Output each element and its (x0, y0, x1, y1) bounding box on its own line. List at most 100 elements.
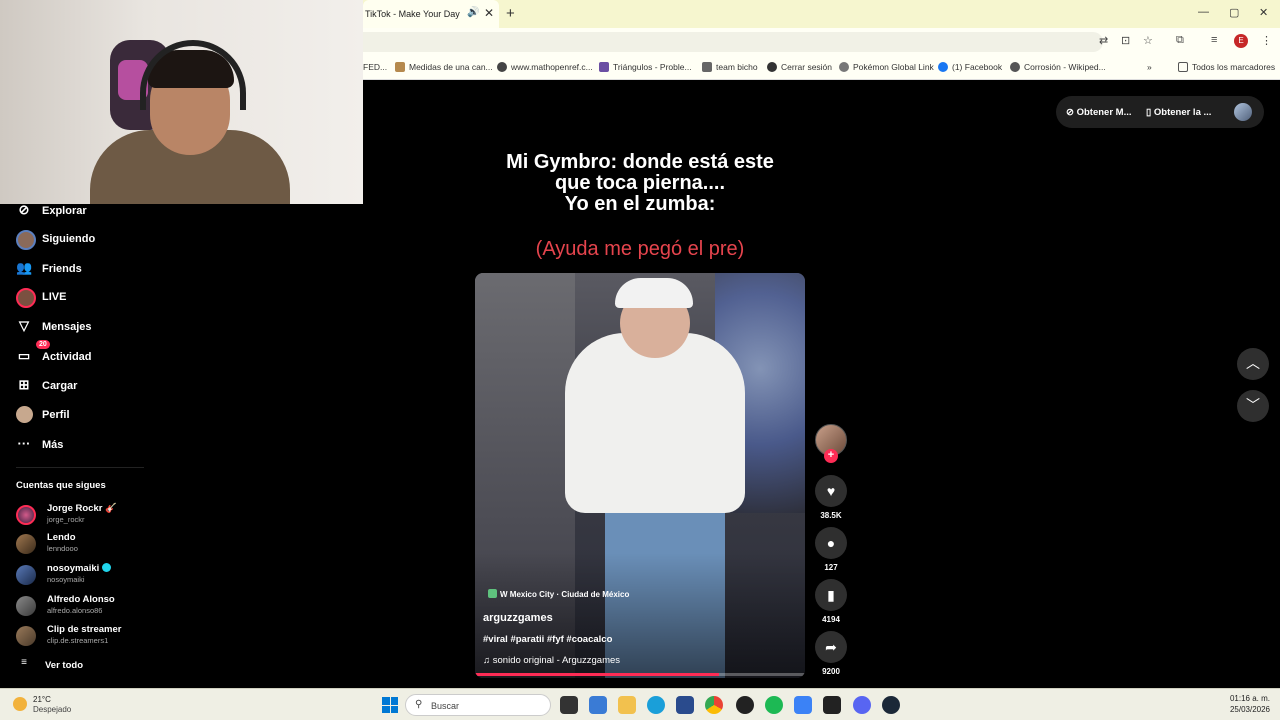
see-all-link[interactable]: ≡ Ver todo (16, 657, 83, 677)
bookmarks-overflow-button[interactable]: » (1147, 62, 1152, 72)
spotify-icon[interactable] (765, 696, 783, 714)
nav-perfil[interactable]: Perfil (16, 406, 70, 426)
video-sound[interactable]: ♫ sonido original - Arguzzgames (483, 655, 620, 666)
location-tag[interactable]: W Mexico City · Ciudad de México (488, 589, 629, 599)
followed-account[interactable]: Alfredo Alonso alfredo.alonso86 (16, 594, 156, 620)
bookmark-item[interactable]: Pokémon Global Link (839, 62, 934, 72)
bookmark-star-icon[interactable]: ☆ (1143, 34, 1153, 47)
avatar (16, 565, 36, 585)
upload-icon: ⊞ (18, 377, 30, 392)
verified-icon (102, 563, 112, 572)
favicon-icon (497, 62, 507, 72)
nav-mensajes[interactable]: ▽ Mensajes (16, 318, 92, 338)
friends-icon: 👥 (16, 260, 33, 275)
bookmark-icon: ▮ (827, 587, 835, 603)
video-player[interactable]: W Mexico City · Ciudad de México arguzzg… (475, 273, 805, 678)
nav-actividad[interactable]: ▭ 20 Actividad (16, 340, 92, 368)
messages-icon: ▽ (19, 318, 29, 333)
account-name: Jorge Rockr 🎸 (47, 503, 117, 514)
edge-icon[interactable] (647, 696, 665, 714)
bookmark-item[interactable]: Triángulos - Proble... (599, 62, 692, 72)
divider (16, 467, 144, 468)
bookmark-item[interactable]: www.mathopenref.c... (497, 62, 593, 72)
taskbar-search[interactable]: ⚲ Buscar (405, 694, 551, 716)
task-view-icon[interactable] (560, 696, 578, 714)
get-app-button[interactable]: ▯ Obtener la ... (1146, 107, 1211, 118)
chrome-icon[interactable] (705, 696, 723, 714)
app-icon[interactable] (676, 696, 694, 714)
share-icon: ➦ (825, 639, 837, 655)
close-window-button[interactable]: ✕ (1259, 6, 1268, 19)
account-name: Lendo (47, 532, 76, 543)
bookmark-item[interactable]: (1) Facebook (938, 62, 1002, 72)
nav-siguiendo[interactable]: Siguiendo (16, 230, 95, 250)
menu-kebab-icon[interactable]: ⋮ (1261, 34, 1272, 47)
file-explorer-icon[interactable] (618, 696, 636, 714)
bookmark-item[interactable]: Medidas de una can... (395, 62, 493, 72)
system-clock[interactable]: 01:16 a. m. 25/03/2026 (1210, 693, 1270, 715)
followed-account[interactable]: Clip de streamer clip.de.streamers1 (16, 624, 156, 650)
browser-tab[interactable]: TikTok - Make Your Day 🔊 ✕ (363, 0, 499, 28)
store-icon[interactable] (589, 696, 607, 714)
video-hashtags[interactable]: #viral #paratii #fyf #coacalco (483, 634, 612, 645)
discord-icon[interactable] (853, 696, 871, 714)
bookmark-item[interactable]: Corrosión - Wikiped... (1010, 62, 1106, 72)
followed-account[interactable]: nosoymaiki nosoymaiki (16, 563, 156, 589)
start-button[interactable] (382, 697, 398, 713)
video-caption-highlight: (Ayuda me pegó el pre) (535, 238, 745, 260)
live-icon (16, 288, 36, 308)
address-toolbar: ⇄ ⊡ ☆ ⧉ ≡ E ⋮ (363, 28, 1280, 54)
minimize-button[interactable]: — (1198, 6, 1209, 18)
notification-badge: 20 (36, 340, 50, 349)
user-avatar[interactable] (1234, 103, 1252, 121)
share-button[interactable]: ➦ (815, 631, 847, 663)
windows-taskbar: 21°C Despejado ⚲ Buscar 01:16 a. m. 25/0… (0, 688, 1280, 720)
tab-close-icon[interactable]: ✕ (484, 6, 494, 20)
get-coins-button[interactable]: ⊘ Obtener M... (1066, 107, 1132, 118)
weather-icon (13, 697, 27, 711)
nav-explorar[interactable]: ⊘ Explorar (16, 202, 87, 222)
video-progress-bar[interactable] (475, 673, 805, 676)
save-button[interactable]: ▮ (815, 579, 847, 611)
tab-title: TikTok - Make Your Day (365, 9, 460, 19)
nav-live[interactable]: LIVE (16, 288, 66, 308)
nav-cargar[interactable]: ⊞ Cargar (16, 377, 78, 397)
video-author[interactable]: arguzzgames (483, 612, 553, 624)
followed-account[interactable]: Jorge Rockr 🎸 jorge_rockr (16, 503, 156, 529)
favicon-icon (702, 62, 712, 72)
comment-count: 127 (824, 563, 838, 572)
profile-avatar[interactable]: E (1234, 34, 1248, 48)
music-note-icon: ♫ (483, 655, 491, 666)
all-bookmarks-button[interactable]: Todos los marcadores (1178, 62, 1275, 72)
new-tab-button[interactable]: + (506, 5, 515, 22)
bookmark-item[interactable]: FED... (363, 62, 387, 72)
profile-icon (16, 406, 33, 423)
app-icon[interactable] (736, 696, 754, 714)
extensions-icon[interactable]: ⧉ (1176, 34, 1184, 47)
nav-friends[interactable]: 👥 Friends (16, 260, 82, 280)
speaker-icon[interactable]: 🔊 (467, 7, 479, 18)
install-app-icon[interactable]: ⊡ (1121, 34, 1130, 47)
steam-icon[interactable] (882, 696, 900, 714)
favicon-icon (767, 62, 777, 72)
comment-button[interactable]: ● (815, 527, 847, 559)
location-pin-icon (488, 589, 497, 598)
address-bar[interactable] (363, 32, 1103, 52)
nav-mas[interactable]: ··· Más (16, 436, 64, 456)
like-button[interactable]: ♥ (815, 475, 847, 507)
maximize-button[interactable]: ▢ (1229, 6, 1239, 19)
account-handle: alfredo.alonso86 (47, 606, 103, 615)
next-video-button[interactable]: ﹀ (1237, 390, 1269, 422)
reading-list-icon[interactable]: ≡ (1211, 34, 1217, 46)
avatar (16, 596, 36, 616)
app-icon[interactable] (794, 696, 812, 714)
bookmark-item[interactable]: team bicho (702, 62, 758, 72)
followed-account[interactable]: Lendo lenndooo (16, 532, 156, 558)
list-icon: ≡ (21, 657, 27, 668)
app-icon[interactable] (823, 696, 841, 714)
follow-button[interactable]: + (824, 449, 838, 463)
bookmark-item[interactable]: Cerrar sesión (767, 62, 832, 72)
heart-icon: ♥ (826, 483, 836, 499)
previous-video-button[interactable]: ︿ (1237, 348, 1269, 380)
translate-icon[interactable]: ⇄ (1099, 34, 1108, 47)
